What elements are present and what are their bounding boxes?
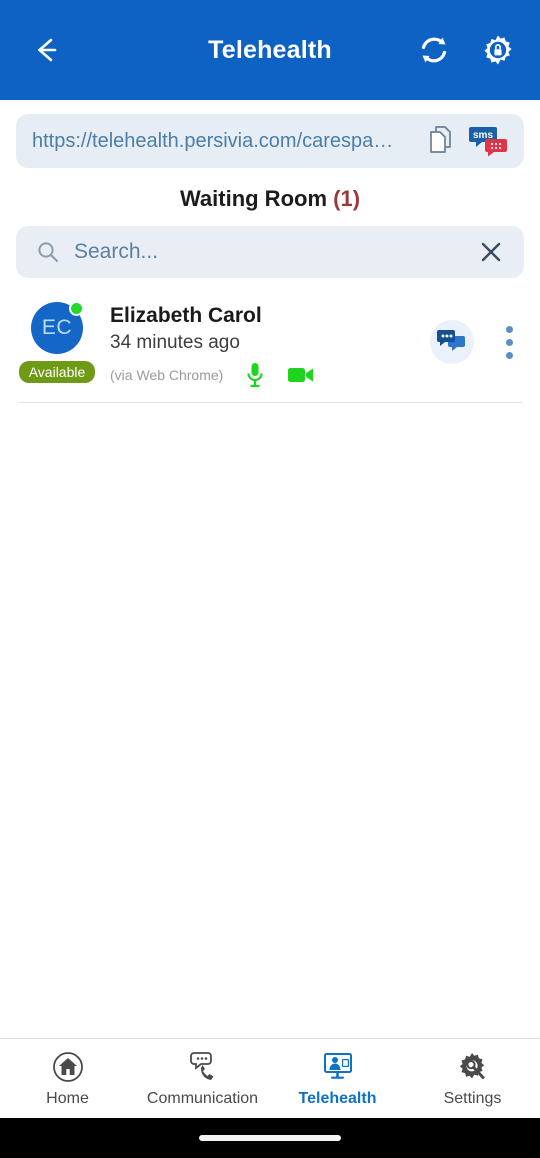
nav-item-telehealth[interactable]: Telehealth <box>270 1049 405 1108</box>
app-screen: Telehealth https://telehealth.persivia.c… <box>0 0 540 1158</box>
gear-lock-icon <box>484 35 512 65</box>
telehealth-monitor-icon <box>321 1049 355 1083</box>
refresh-button[interactable] <box>416 32 452 68</box>
patient-source: (via Web Chrome) <box>110 366 224 383</box>
patient-avatar-column: EC Available <box>18 301 96 383</box>
patient-info: Elizabeth Carol 34 minutes ago (via Web … <box>96 302 430 388</box>
microphone-icon <box>247 362 263 388</box>
system-gesture-bar <box>0 1118 540 1158</box>
row-actions <box>430 302 522 364</box>
search-input[interactable] <box>74 240 462 264</box>
copy-document-icon <box>430 126 451 153</box>
clear-search-button[interactable] <box>476 237 506 267</box>
patient-meta-row: (via Web Chrome) <box>110 362 430 388</box>
close-icon <box>481 242 501 262</box>
nav-label-telehealth: Telehealth <box>298 1090 377 1107</box>
nav-item-settings[interactable]: Settings <box>405 1049 540 1108</box>
search-section <box>0 226 540 278</box>
search-bar[interactable] <box>16 226 524 278</box>
telehealth-url: https://telehealth.persivia.com/carespa… <box>32 129 394 152</box>
arrow-left-icon <box>38 38 57 62</box>
kebab-dot <box>505 338 513 346</box>
gear-wrench-icon <box>457 1049 489 1083</box>
app-header: Telehealth <box>0 0 540 100</box>
search-icon <box>38 242 58 262</box>
url-bar-section: https://telehealth.persivia.com/carespa…… <box>0 100 540 168</box>
header-actions <box>416 32 516 68</box>
bottom-navigation: Home Communication Telehealth Settings <box>0 1038 540 1118</box>
patient-name: Elizabeth Carol <box>110 304 262 327</box>
nav-item-communication[interactable]: Communication <box>135 1049 270 1108</box>
refresh-icon <box>421 37 447 63</box>
waiting-room-label: Waiting Room <box>179 186 328 211</box>
nav-label-settings: Settings <box>443 1090 502 1107</box>
nav-label-home: Home <box>46 1090 89 1107</box>
avatar-initials: EC <box>41 316 73 339</box>
waiting-room-heading: Waiting Room (1) <box>0 168 540 226</box>
chat-button[interactable] <box>430 320 474 364</box>
home-circle-icon <box>52 1049 84 1083</box>
home-indicator[interactable] <box>199 1135 341 1141</box>
camera-status <box>287 365 315 385</box>
sms-bubble-icon: sms <box>469 127 507 157</box>
kebab-dot <box>505 351 513 359</box>
microphone-status <box>245 362 265 388</box>
kebab-dot <box>505 325 513 333</box>
nav-item-home[interactable]: Home <box>0 1049 135 1108</box>
secure-settings-button[interactable] <box>480 32 516 68</box>
row-divider <box>18 401 522 403</box>
waiting-room-count: (1) <box>333 186 361 211</box>
chat-phone-icon <box>186 1049 220 1083</box>
avatar: EC <box>31 301 84 354</box>
waiting-time: 34 minutes ago <box>110 332 240 354</box>
presence-dot-icon <box>69 301 84 316</box>
nav-label-communication: Communication <box>146 1090 259 1107</box>
chat-bubbles-icon <box>437 330 465 351</box>
video-camera-icon <box>288 367 314 382</box>
url-bar[interactable]: https://telehealth.persivia.com/carespa…… <box>16 114 524 168</box>
waiting-room-list: EC Available Elizabeth Carol 34 minutes … <box>0 278 540 1038</box>
status-badge: Available <box>18 361 96 383</box>
copy-link-button[interactable] <box>424 124 458 158</box>
more-options-button[interactable] <box>496 320 522 364</box>
table-row[interactable]: EC Available Elizabeth Carol 34 minutes … <box>0 294 540 388</box>
send-sms-button[interactable]: sms <box>468 123 510 159</box>
back-button[interactable] <box>24 27 70 73</box>
